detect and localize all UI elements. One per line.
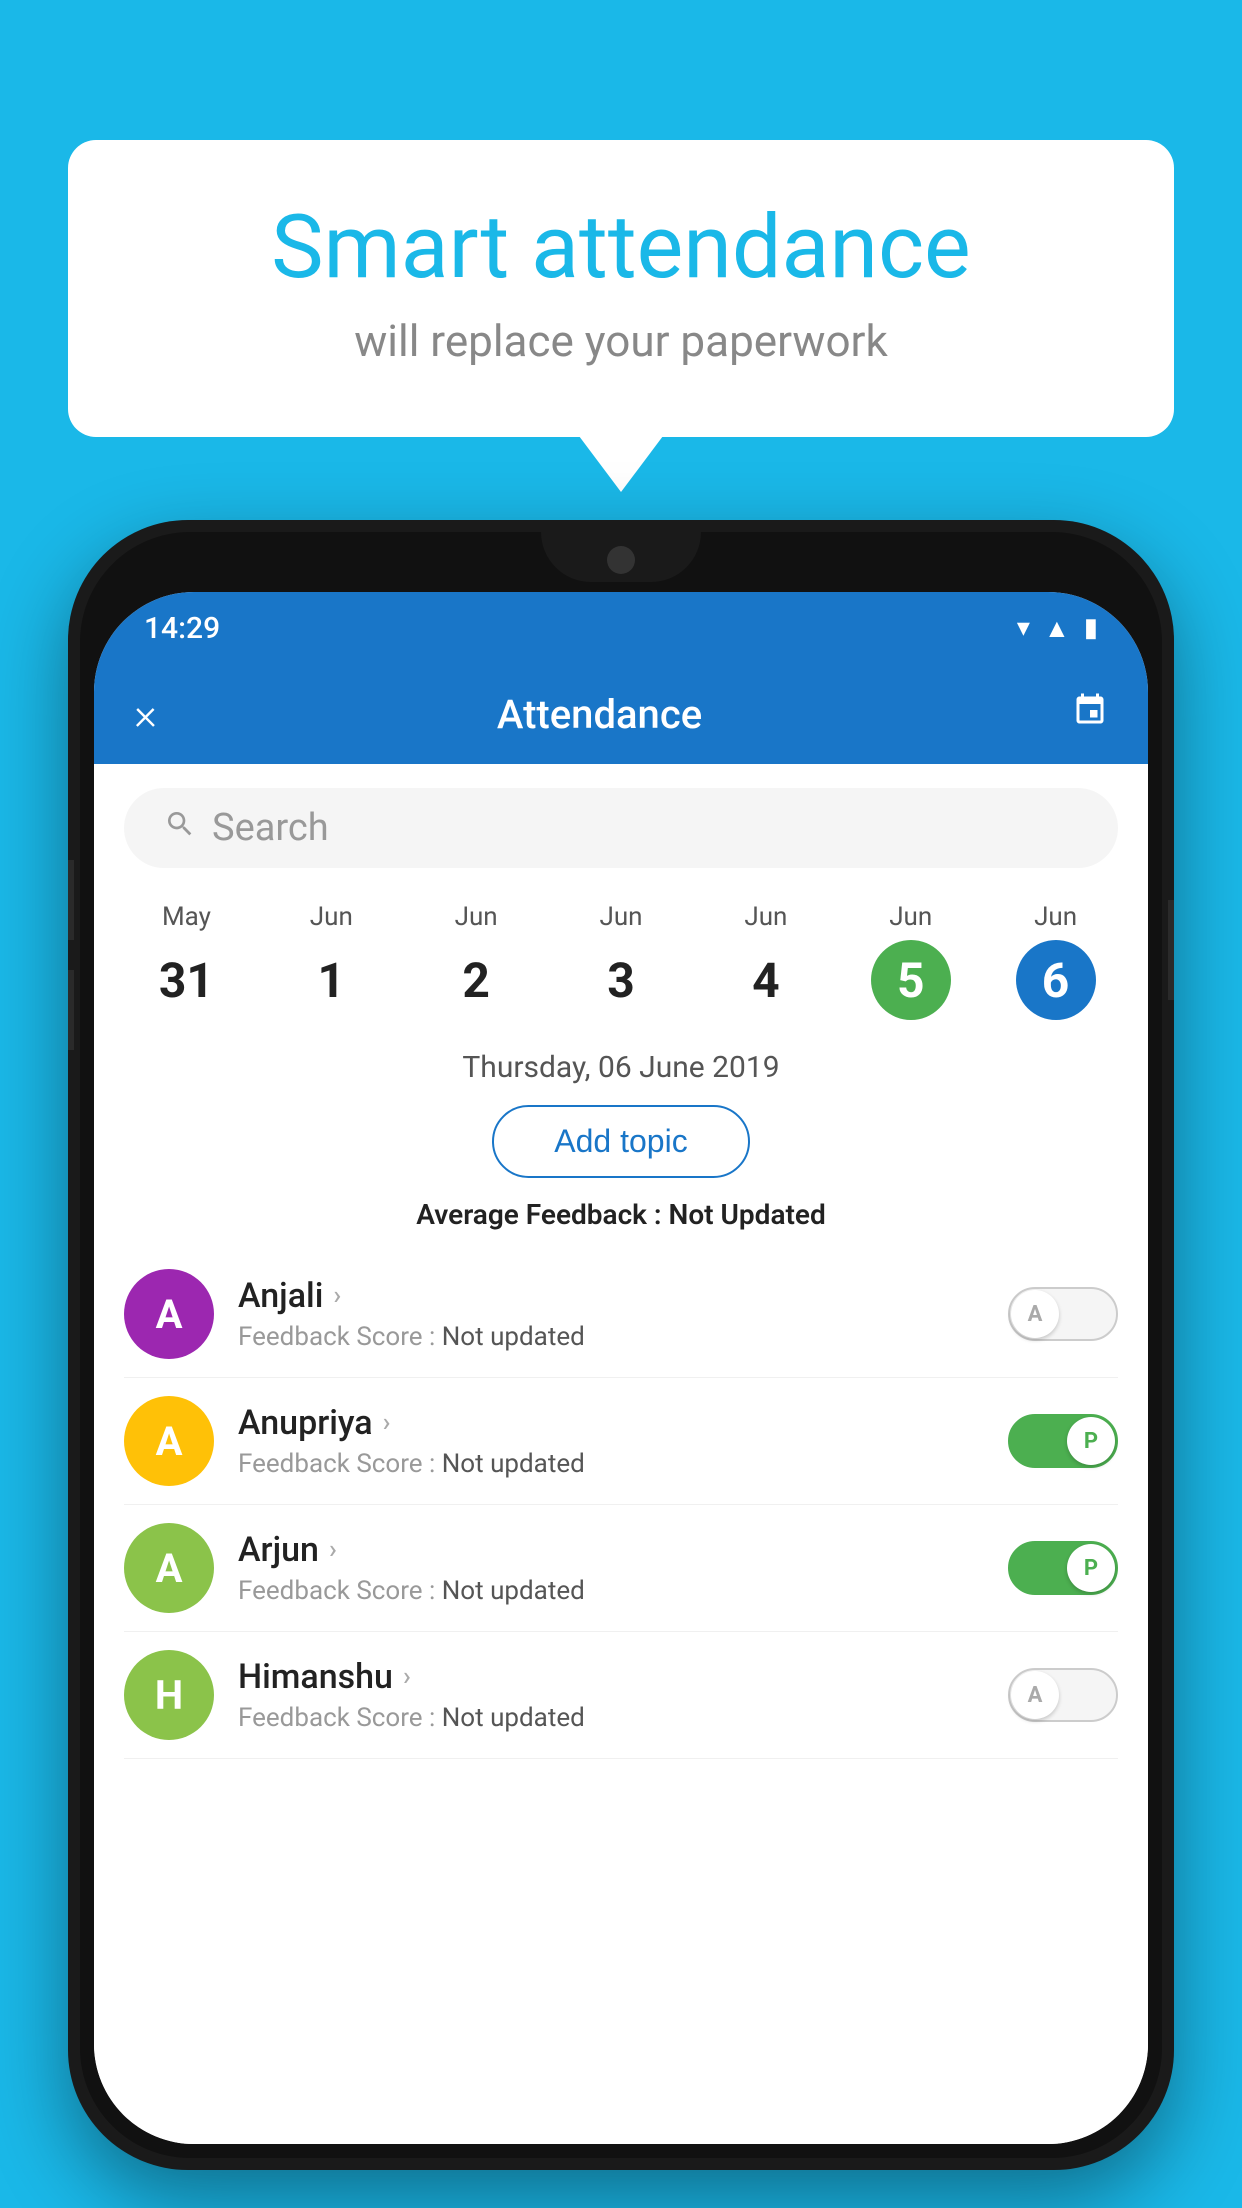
- chevron-icon: ›: [403, 1662, 411, 1692]
- cal-month-label: Jun: [599, 902, 642, 932]
- chevron-icon: ›: [383, 1408, 391, 1438]
- add-topic-button[interactable]: Add topic: [492, 1105, 749, 1178]
- cal-month-label: Jun: [1034, 902, 1077, 932]
- phone-inner: 14:29 ▾ ▲ ▮ × Attendance: [80, 532, 1162, 2158]
- notch: [541, 532, 701, 582]
- signal-icon: ▲: [1044, 613, 1070, 644]
- avatar: A: [124, 1269, 214, 1359]
- calendar-day[interactable]: Jun 6: [983, 894, 1128, 1036]
- feedback-score: Feedback Score : Not updated: [238, 1322, 984, 1352]
- status-time: 14:29: [144, 611, 220, 646]
- search-icon: [164, 807, 196, 849]
- feedback-value: Not Updated: [669, 1198, 826, 1231]
- bubble-subtitle: will replace your paperwork: [148, 315, 1094, 367]
- avatar: A: [124, 1396, 214, 1486]
- header-title: Attendance: [127, 691, 1072, 738]
- toggle-switch[interactable]: P: [1008, 1541, 1118, 1595]
- student-info: Himanshu › Feedback Score : Not updated: [238, 1657, 984, 1733]
- cal-date-number: 31: [146, 940, 226, 1020]
- student-item[interactable]: A Arjun › Feedback Score : Not updated P: [124, 1505, 1118, 1632]
- student-info: Anjali › Feedback Score : Not updated: [238, 1276, 984, 1352]
- student-info: Anupriya › Feedback Score : Not updated: [238, 1403, 984, 1479]
- cal-date-number: 6: [1016, 940, 1096, 1020]
- toggle-switch[interactable]: P: [1008, 1414, 1118, 1468]
- volume-down-button[interactable]: [68, 970, 74, 1050]
- student-list: AAnjali ›Feedback Score : Not updatedAAA…: [94, 1251, 1148, 1759]
- cal-month-label: Jun: [744, 902, 787, 932]
- student-name: Arjun ›: [238, 1530, 984, 1570]
- cal-date-number: 3: [581, 940, 661, 1020]
- feedback-label-text: Average Feedback :: [416, 1198, 668, 1231]
- avatar: A: [124, 1523, 214, 1613]
- app-header: × Attendance: [94, 664, 1148, 764]
- phone-mockup: 14:29 ▾ ▲ ▮ × Attendance: [68, 520, 1174, 2170]
- feedback-score: Feedback Score : Not updated: [238, 1576, 984, 1606]
- toggle-switch[interactable]: A: [1008, 1287, 1118, 1341]
- cal-date-number: 4: [726, 940, 806, 1020]
- student-item[interactable]: A Anupriya › Feedback Score : Not updated P: [124, 1378, 1118, 1505]
- search-bar[interactable]: Search: [124, 788, 1118, 868]
- calendar-day[interactable]: Jun 5: [838, 894, 983, 1036]
- student-name: Anjali ›: [238, 1276, 984, 1316]
- toggle-knob: A: [1011, 1290, 1059, 1338]
- toggle-knob: P: [1067, 1544, 1115, 1592]
- chevron-icon: ›: [329, 1535, 337, 1565]
- calendar-day[interactable]: Jun 1: [259, 894, 404, 1036]
- cal-month-label: May: [162, 902, 211, 932]
- cal-date-number: 2: [436, 940, 516, 1020]
- cal-month-label: Jun: [455, 902, 498, 932]
- feedback-score: Feedback Score : Not updated: [238, 1449, 984, 1479]
- student-info: Arjun › Feedback Score : Not updated: [238, 1530, 984, 1606]
- avatar: H: [124, 1650, 214, 1740]
- cal-month-label: Jun: [889, 902, 932, 932]
- bubble-title: Smart attendance: [148, 200, 1094, 297]
- status-icons: ▾ ▲ ▮: [1017, 613, 1098, 644]
- calendar-day[interactable]: Jun 4: [693, 894, 838, 1036]
- attendance-toggle[interactable]: P: [1008, 1541, 1118, 1595]
- search-placeholder: Search: [212, 806, 329, 850]
- student-item[interactable]: H Himanshu › Feedback Score : Not updated A: [124, 1632, 1118, 1759]
- date-label: Thursday, 06 June 2019: [94, 1036, 1148, 1095]
- toggle-knob: P: [1067, 1417, 1115, 1465]
- speech-bubble: Smart attendance will replace your paper…: [68, 140, 1174, 437]
- attendance-toggle[interactable]: P: [1008, 1414, 1118, 1468]
- cal-month-label: Jun: [310, 902, 353, 932]
- battery-icon: ▮: [1084, 613, 1098, 643]
- app-content: Search May 31 Jun 1 Jun 2 Jun 3 Jun 4 Jun 5 Jun 6 Thu…: [94, 764, 1148, 2144]
- attendance-toggle[interactable]: A: [1008, 1668, 1118, 1722]
- wifi-icon: ▾: [1017, 613, 1030, 643]
- calendar-icon[interactable]: [1072, 692, 1108, 737]
- add-topic-container: Add topic: [94, 1105, 1148, 1178]
- calendar-day[interactable]: Jun 3: [549, 894, 694, 1036]
- student-name: Himanshu ›: [238, 1657, 984, 1697]
- chevron-icon: ›: [333, 1281, 341, 1311]
- toggle-switch[interactable]: A: [1008, 1668, 1118, 1722]
- student-name: Anupriya ›: [238, 1403, 984, 1443]
- cal-date-number: 1: [291, 940, 371, 1020]
- camera: [607, 546, 635, 574]
- volume-up-button[interactable]: [68, 860, 74, 940]
- speech-bubble-container: Smart attendance will replace your paper…: [68, 140, 1174, 437]
- toggle-knob: A: [1011, 1671, 1059, 1719]
- calendar-strip: May 31 Jun 1 Jun 2 Jun 3 Jun 4 Jun 5 Jun 6: [94, 884, 1148, 1036]
- cal-date-number: 5: [871, 940, 951, 1020]
- power-button[interactable]: [1168, 900, 1174, 1000]
- student-item[interactable]: A Anjali › Feedback Score : Not updated A: [124, 1251, 1118, 1378]
- phone-screen: 14:29 ▾ ▲ ▮ × Attendance: [94, 592, 1148, 2144]
- attendance-toggle[interactable]: A: [1008, 1287, 1118, 1341]
- status-bar: 14:29 ▾ ▲ ▮: [94, 592, 1148, 664]
- feedback-score: Feedback Score : Not updated: [238, 1703, 984, 1733]
- calendar-day[interactable]: Jun 2: [404, 894, 549, 1036]
- feedback-summary: Average Feedback : Not Updated: [94, 1188, 1148, 1251]
- calendar-day[interactable]: May 31: [114, 894, 259, 1036]
